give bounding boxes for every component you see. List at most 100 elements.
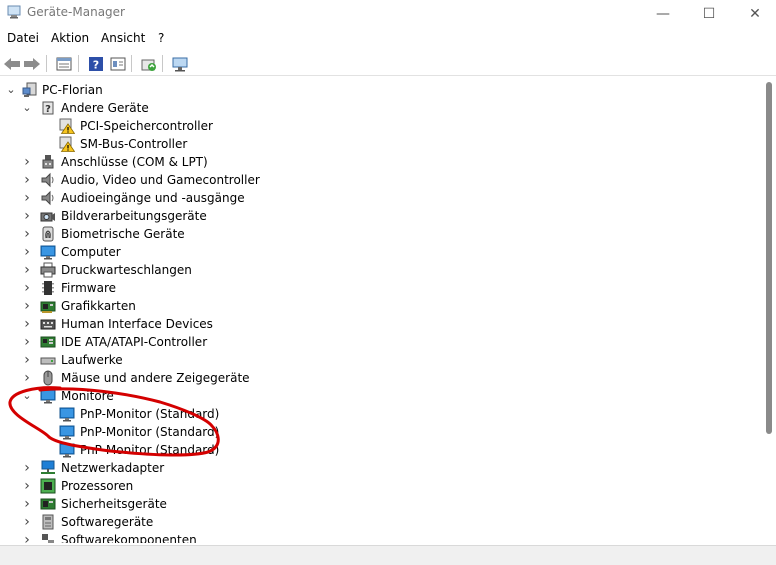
tree-category-item[interactable]: › Sicherheitsgeräte [0,495,760,513]
tree-item-label: PnP-Monitor (Standard) [80,425,220,439]
chevron-right-icon[interactable]: › [21,371,33,385]
network-icon [40,460,56,476]
menu-help[interactable]: ? [158,31,164,45]
processor-icon [40,478,56,494]
drive-icon [40,352,56,368]
menu-datei[interactable]: Datei [7,31,39,45]
tree-category-item[interactable]: › Softwarekomponenten [0,531,760,543]
camera-icon [40,208,56,224]
tree-item-label: Sicherheitsgeräte [61,497,167,511]
tree-category-item[interactable]: › IDE ATA/ATAPI-Controller [0,333,760,351]
tree-item-label: IDE ATA/ATAPI-Controller [61,335,208,349]
scan-hardware-icon[interactable] [170,54,189,73]
toolbar: ? [0,51,776,76]
chevron-down-icon[interactable]: ⌄ [21,101,33,115]
menu-ansicht[interactable]: Ansicht [101,31,145,45]
status-bar [0,545,776,565]
device-manager-app-icon [7,5,22,19]
tree-category-item[interactable]: › Prozessoren [0,477,760,495]
chevron-right-icon[interactable]: › [21,263,33,277]
tree-category-item[interactable]: › Anschlüsse (COM & LPT) [0,153,760,171]
tree-item-label: Druckwarteschlangen [61,263,192,277]
tree-category-item[interactable]: › Audio, Video und Gamecontroller [0,171,760,189]
scrollbar-thumb[interactable] [766,82,772,434]
tree-item-label: SM-Bus-Controller [80,137,188,151]
tree-category-item[interactable]: › Netzwerkadapter [0,459,760,477]
fingerprint-icon [40,226,56,242]
tree-category-item[interactable]: › Firmware [0,279,760,297]
properties-icon[interactable] [54,54,73,73]
tree-item-label: Softwarekomponenten [61,533,197,543]
back-icon[interactable] [2,54,21,73]
unknown-device-icon: ? [40,100,56,116]
chevron-down-icon[interactable]: ⌄ [5,83,17,97]
update-driver-icon[interactable] [139,54,158,73]
tree-category-item[interactable]: › Mäuse und andere Zeigegeräte [0,369,760,387]
details-view-icon[interactable] [108,54,127,73]
tree-item-label: Biometrische Geräte [61,227,185,241]
chevron-right-icon[interactable]: › [21,479,33,493]
monitor-icon [40,388,56,404]
help-icon[interactable]: ? [86,54,105,73]
chevron-right-icon[interactable]: › [21,245,33,259]
chevron-right-icon[interactable]: › [21,353,33,367]
tree-item-label: Grafikkarten [61,299,136,313]
monitor-icon [59,406,75,422]
chevron-right-icon[interactable]: › [21,515,33,529]
svg-text:?: ? [45,104,51,115]
chevron-right-icon[interactable]: › [21,335,33,349]
tree-item-label: Firmware [61,281,116,295]
tree-category-item[interactable]: › Softwaregeräte [0,513,760,531]
toolbar-separator [46,55,47,72]
minimize-button[interactable]: — [640,0,686,27]
menu-bar: Datei Aktion Ansicht ? [0,29,776,49]
tree-device-item[interactable]: PnP-Monitor (Standard) [0,441,760,459]
tree-category-item[interactable]: › Laufwerke [0,351,760,369]
speaker-icon [40,190,56,206]
chevron-right-icon[interactable]: › [21,155,33,169]
chevron-right-icon[interactable]: › [21,497,33,511]
printer-icon [40,262,56,278]
tree-device-item[interactable]: SM-Bus-Controller [0,135,760,153]
chevron-right-icon[interactable]: › [21,209,33,223]
tree-item-label: Andere Geräte [61,101,149,115]
maximize-button[interactable]: ☐ [686,0,732,27]
tree-category-item[interactable]: › Biometrische Geräte [0,225,760,243]
chevron-right-icon[interactable]: › [21,191,33,205]
tree-category-item[interactable]: › Grafikkarten [0,297,760,315]
tree-category-item[interactable]: › Audioeingänge und -ausgänge [0,189,760,207]
tree-category-item[interactable]: › Bildverarbeitungsgeräte [0,207,760,225]
controller-icon [40,334,56,350]
close-button[interactable]: ✕ [732,0,776,27]
chevron-right-icon[interactable]: › [21,461,33,475]
tree-category-item[interactable]: › Computer [0,243,760,261]
window-title: Geräte-Manager [27,5,125,19]
chevron-right-icon[interactable]: › [21,533,33,543]
tree-category-item[interactable]: ⌄ Monitore [0,387,760,405]
tree-item-label: Mäuse und andere Zeigegeräte [61,371,250,385]
tree-item-label: Monitore [61,389,114,403]
title-bar: Geräte-Manager — ☐ ✕ [0,0,776,27]
tree-item-label: PnP-Monitor (Standard) [80,407,220,421]
forward-icon[interactable] [22,54,41,73]
tree-item-label: Prozessoren [61,479,134,493]
menu-aktion[interactable]: Aktion [51,31,89,45]
chevron-right-icon[interactable]: › [21,317,33,331]
chevron-right-icon[interactable]: › [21,227,33,241]
monitor-icon [40,244,56,260]
tree-device-item[interactable]: PCI-Speichercontroller [0,117,760,135]
tree-item-label: Audio, Video und Gamecontroller [61,173,260,187]
tree-item-label: Human Interface Devices [61,317,213,331]
tree-device-item[interactable]: PnP-Monitor (Standard) [0,405,760,423]
chevron-right-icon[interactable]: › [21,281,33,295]
tree-category-item[interactable]: ⌄? Andere Geräte [0,99,760,117]
tree-device-item[interactable]: PnP-Monitor (Standard) [0,423,760,441]
device-tree[interactable]: ⌄ PC-Florian ⌄? Andere Geräte PCI-Speicher… [0,80,763,543]
chevron-right-icon[interactable]: › [21,299,33,313]
chevron-right-icon[interactable]: › [21,173,33,187]
tree-item-label: Laufwerke [61,353,123,367]
tree-root[interactable]: ⌄ PC-Florian [0,81,760,99]
tree-category-item[interactable]: › Human Interface Devices [0,315,760,333]
chevron-down-icon[interactable]: ⌄ [21,389,33,403]
tree-category-item[interactable]: › Druckwarteschlangen [0,261,760,279]
